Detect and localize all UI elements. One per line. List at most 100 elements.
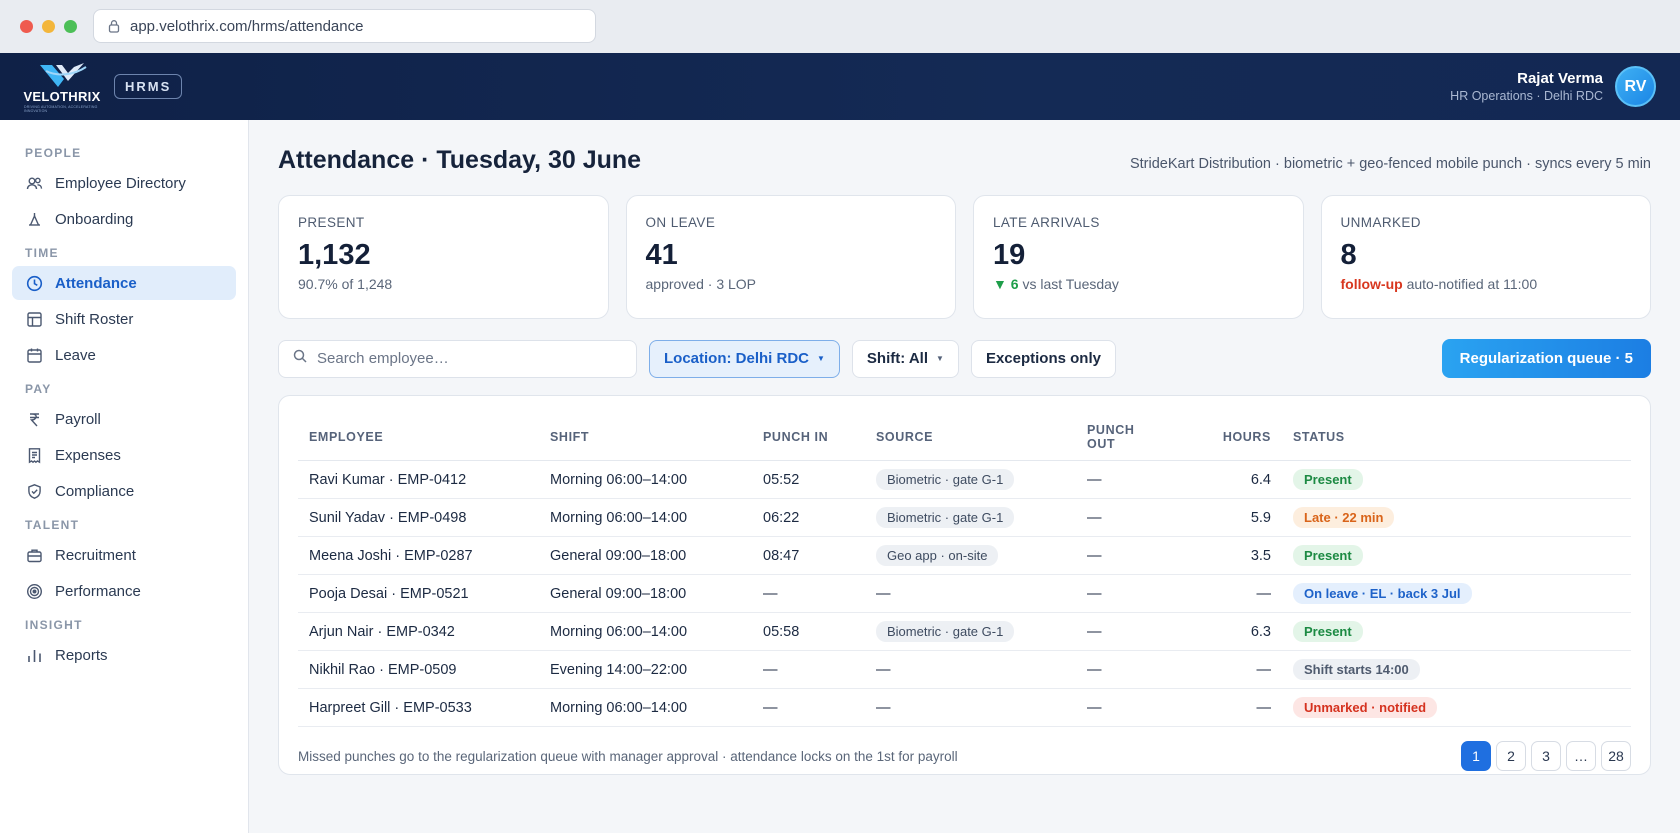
sidebar-item-employee-directory[interactable]: Employee Directory — [12, 166, 236, 200]
table-row[interactable]: Nikhil Rao · EMP-0509 Evening 14:00–22:00… — [298, 650, 1631, 689]
kpi-on-leave[interactable]: ON LEAVE 41 approved · 3 LOP — [625, 195, 956, 319]
table-row[interactable]: Ravi Kumar · EMP-0412 Morning 06:00–14:00… — [298, 460, 1631, 499]
shift-cell: Morning 06:00–14:00 — [539, 688, 752, 727]
close-window-button[interactable] — [20, 20, 33, 33]
kpi-value: 8 — [1340, 239, 1357, 271]
address-bar[interactable]: app.velothrix.com/hrms/attendance — [93, 9, 596, 43]
clock-icon — [25, 274, 43, 292]
sidebar-item-reports[interactable]: Reports — [12, 638, 236, 672]
velothrix-logo[interactable]: VELOTHRIX DRIVING AUTOMATION, ACCELERATI… — [23, 61, 101, 113]
column-header-punch-in[interactable]: PUNCH IN — [752, 412, 865, 461]
shift-filter-dropdown[interactable]: Shift: All ▼ — [851, 339, 959, 378]
sidebar-item-leave[interactable]: Leave — [12, 338, 236, 372]
punch-out-cell: — — [1076, 650, 1176, 689]
shift-cell: General 09:00–18:00 — [539, 574, 752, 613]
kpi-label: ON LEAVE — [645, 215, 716, 230]
column-header-employee[interactable]: EMPLOYEE — [298, 412, 539, 461]
user-menu[interactable]: Rajat Verma HR Operations · Delhi RDC RV — [1450, 66, 1656, 107]
column-header-source[interactable]: SOURCE — [865, 412, 1076, 461]
shift-filter-label: Shift: All — [866, 350, 929, 367]
employee-cell: Ravi Kumar · EMP-0412 — [298, 460, 539, 499]
target-icon — [25, 582, 43, 600]
hours-cell: 6.3 — [1176, 612, 1282, 651]
sidebar-item-shift-roster[interactable]: Shift Roster — [12, 302, 236, 336]
source-cell: Geo app · on-site — [865, 536, 1076, 575]
page-subtitle: StrideKart Distribution · biometric + ge… — [1129, 156, 1651, 172]
sidebar-section-label: PEOPLE — [25, 146, 82, 160]
shift-cell: Morning 06:00–14:00 — [539, 498, 752, 537]
sidebar-item-label: Expenses — [55, 446, 121, 464]
logo-text: VELOTHRIX — [23, 88, 101, 104]
attendance-table-card: EMPLOYEE SHIFT PUNCH IN SOURCE PUNCH OUT… — [278, 395, 1651, 775]
status-cell: Late · 22 min — [1282, 498, 1631, 537]
browser-toolbar: app.velothrix.com/hrms/attendance — [0, 0, 1680, 53]
sidebar: PEOPLE Employee Directory Onboarding TIME At… — [0, 120, 249, 833]
table-row[interactable]: Arjun Nair · EMP-0342 Morning 06:00–14:00… — [298, 612, 1631, 651]
status-badge: Shift starts 14:00 — [1293, 659, 1420, 680]
column-header-status[interactable]: STATUS — [1282, 412, 1631, 461]
kpi-sub: approved · 3 LOP — [645, 276, 757, 292]
column-header-hours[interactable]: HOURS — [1176, 412, 1282, 461]
sidebar-item-expenses[interactable]: Expenses — [12, 438, 236, 472]
chevron-down-icon: ▼ — [817, 354, 825, 363]
lock-icon — [108, 19, 120, 33]
sidebar-item-attendance[interactable]: Attendance — [12, 266, 236, 300]
hours-cell: — — [1176, 688, 1282, 727]
status-cell: Present — [1282, 612, 1631, 651]
source-cell: — — [865, 688, 1076, 727]
kpi-present[interactable]: PRESENT 1,132 90.7% of 1,248 — [278, 195, 609, 319]
status-badge: Present — [1293, 469, 1363, 490]
punch-in-cell: — — [752, 574, 865, 613]
logo-tagline: DRIVING AUTOMATION, ACCELERATING INNOVAT… — [24, 104, 98, 113]
users-icon — [25, 174, 43, 192]
status-cell: Present — [1282, 536, 1631, 575]
window-controls — [20, 20, 77, 33]
source-pill: Biometric · gate G-1 — [876, 507, 1015, 528]
punch-out-cell: — — [1076, 612, 1176, 651]
page-button-3[interactable]: 3 — [1531, 741, 1561, 771]
employee-cell: Meena Joshi · EMP-0287 — [298, 536, 539, 575]
source-pill: Geo app · on-site — [876, 545, 999, 566]
hours-cell: — — [1176, 574, 1282, 613]
url-text: app.velothrix.com/hrms/attendance — [130, 17, 364, 35]
table-row[interactable]: Meena Joshi · EMP-0287 General 09:00–18:0… — [298, 536, 1631, 575]
sidebar-item-performance[interactable]: Performance — [12, 574, 236, 608]
employee-cell: Harpreet Gill · EMP-0533 — [298, 688, 539, 727]
location-filter-dropdown[interactable]: Location: Delhi RDC ▼ — [649, 339, 840, 378]
kpi-late-arrivals[interactable]: LATE ARRIVALS 19 ▼ 6 vs last Tuesday — [973, 195, 1304, 319]
kpi-sub: ▼ 6 vs last Tuesday — [993, 276, 1284, 292]
sidebar-item-recruitment[interactable]: Recruitment — [12, 538, 236, 572]
page-button-28[interactable]: 28 — [1601, 741, 1631, 771]
kpi-unmarked[interactable]: UNMARKED 8 follow-up auto-notified at 11… — [1320, 195, 1651, 319]
search-input[interactable] — [317, 350, 607, 367]
hours-cell: 5.9 — [1176, 498, 1282, 537]
minimize-window-button[interactable] — [42, 20, 55, 33]
table-row[interactable]: Pooja Desai · EMP-0521 General 09:00–18:0… — [298, 574, 1631, 613]
page-ellipsis[interactable]: … — [1566, 741, 1596, 771]
sidebar-item-label: Leave — [55, 346, 96, 364]
page-button-2[interactable]: 2 — [1496, 741, 1526, 771]
kpi-label: LATE ARRIVALS — [993, 215, 1100, 230]
sidebar-item-onboarding[interactable]: Onboarding — [12, 202, 236, 236]
page-button-1[interactable]: 1 — [1461, 741, 1491, 771]
regularization-queue-button[interactable]: Regularization queue · 5 — [1441, 339, 1651, 378]
table-row[interactable]: Harpreet Gill · EMP-0533 Morning 06:00–14… — [298, 688, 1631, 727]
table-row[interactable]: Sunil Yadav · EMP-0498 Morning 06:00–14:0… — [298, 498, 1631, 537]
sidebar-item-label: Employee Directory — [55, 174, 186, 192]
avatar[interactable]: RV — [1615, 66, 1656, 107]
briefcase-icon — [25, 546, 43, 564]
exceptions-only-toggle[interactable]: Exceptions only — [970, 339, 1116, 378]
punch-out-cell: — — [1076, 460, 1176, 499]
sidebar-item-payroll[interactable]: Payroll — [12, 402, 236, 436]
sidebar-item-label: Onboarding — [55, 210, 134, 228]
maximize-window-button[interactable] — [64, 20, 77, 33]
status-badge: On leave · EL · back 3 Jul — [1293, 583, 1472, 604]
status-cell: Unmarked · notified — [1282, 688, 1631, 727]
source-pill: Biometric · gate G-1 — [876, 469, 1015, 490]
column-header-punch-out[interactable]: PUNCH OUT — [1076, 412, 1176, 461]
column-header-shift[interactable]: SHIFT — [539, 412, 752, 461]
trend-down-icon: ▼ — [993, 276, 1007, 292]
sidebar-item-label: Shift Roster — [55, 310, 134, 328]
source-cell: — — [865, 574, 1076, 613]
sidebar-item-compliance[interactable]: Compliance — [12, 474, 236, 508]
